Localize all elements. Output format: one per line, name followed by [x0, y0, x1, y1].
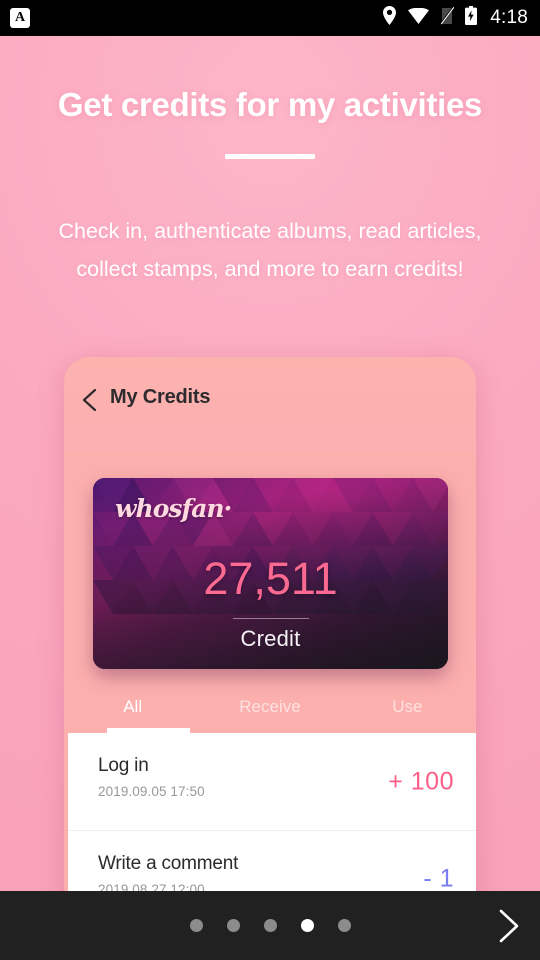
battery-charging-icon — [465, 6, 478, 30]
credits-tabs: All Receive Use — [64, 681, 476, 733]
title-divider — [225, 154, 315, 159]
mockup-title: My Credits — [110, 386, 211, 408]
tab-use-label: Use — [392, 697, 423, 716]
bottom-nav-bar — [0, 891, 540, 960]
tab-use[interactable]: Use — [339, 681, 476, 733]
signal-off-icon — [440, 6, 455, 30]
page-subtitle-line2: collect stamps, and more to earn credits… — [76, 257, 464, 281]
table-row[interactable]: Log in 2019.09.05 17:50 + 100 — [68, 733, 476, 830]
page-indicator-dots — [0, 919, 540, 932]
credits-screen-mockup: My Credits whosfan· 27,511 Credit All Re… — [64, 357, 476, 960]
credit-label: Credit — [240, 626, 301, 651]
page-dot-1[interactable] — [189, 919, 203, 932]
page-dot-2[interactable] — [226, 919, 240, 932]
next-chevron-icon[interactable] — [496, 909, 522, 943]
status-time: 4:18 — [490, 7, 528, 28]
wifi-icon — [408, 7, 430, 29]
mockup-header: My Credits — [64, 357, 476, 453]
page-title: Get credits for my activities — [57, 86, 483, 123]
tab-receive-label: Receive — [239, 697, 301, 716]
status-bar: A 4:18 — [0, 0, 540, 36]
status-icons: 4:18 — [382, 6, 528, 30]
transaction-amount: - 1 — [423, 864, 454, 893]
location-pin-icon — [382, 6, 397, 30]
whosfan-logo: whosfan· — [115, 494, 232, 523]
page-dot-5[interactable] — [337, 919, 351, 932]
onboarding-page: Get credits for my activities Check in, … — [0, 36, 540, 960]
app-notification-icon: A — [10, 8, 30, 28]
back-chevron-icon[interactable] — [80, 388, 98, 412]
page-subtitle-line1: Check in, authenticate albums, read arti… — [58, 219, 482, 243]
page-dot-4-active[interactable] — [300, 919, 314, 932]
transaction-title: Write a comment — [98, 853, 239, 874]
transaction-amount: + 100 — [388, 767, 454, 795]
tab-receive[interactable]: Receive — [201, 681, 338, 733]
page-dot-3[interactable] — [263, 919, 277, 932]
credit-divider — [232, 618, 309, 619]
tab-all[interactable]: All — [64, 681, 201, 733]
credit-balance-card: whosfan· 27,511 Credit — [93, 478, 448, 669]
app-notification-icon-letter: A — [14, 10, 26, 25]
page-subtitle: Check in, authenticate albums, read arti… — [26, 212, 514, 288]
credit-amount: 27,511 — [203, 553, 338, 604]
tab-all-label: All — [123, 697, 143, 716]
